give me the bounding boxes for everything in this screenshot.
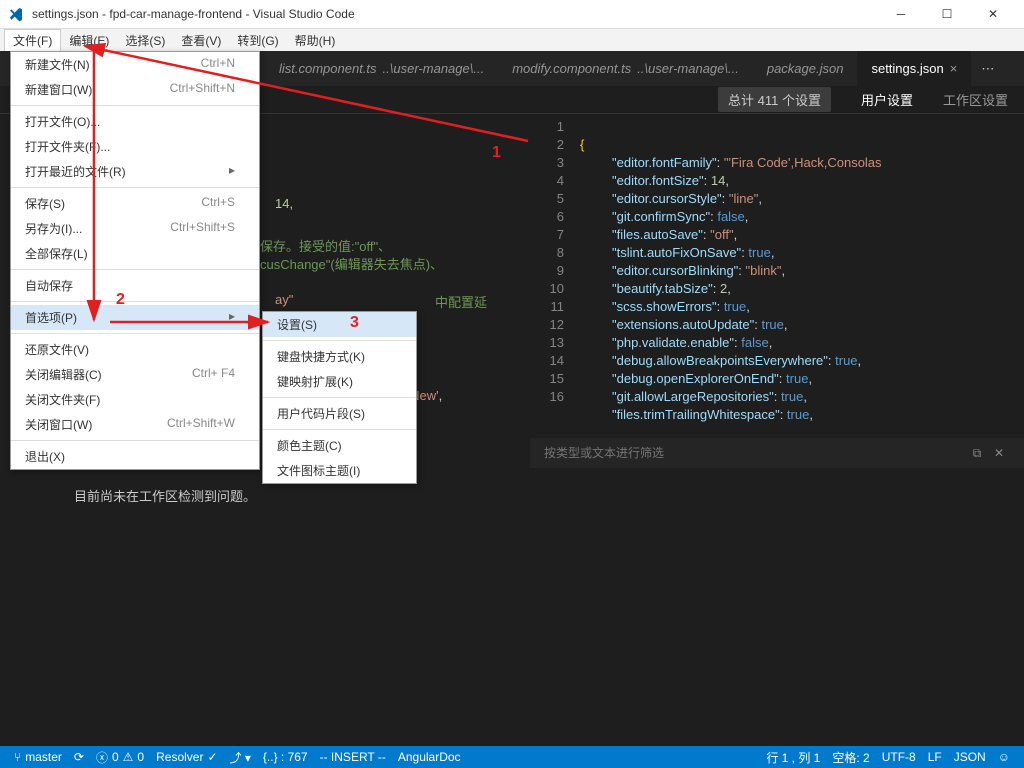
workspace-settings-tab[interactable]: 工作区设置 [943, 90, 1008, 109]
menu-close-window[interactable]: 关闭窗口(W)Ctrl+Shift+W [11, 412, 259, 437]
status-branch[interactable]: ⑂master [8, 750, 68, 764]
menu-close-editor[interactable]: 关闭编辑器(C)Ctrl+ F4 [11, 362, 259, 387]
status-eol[interactable]: LF [922, 750, 948, 764]
copy-icon[interactable]: ⧉ [966, 446, 988, 461]
user-settings-tab[interactable]: 用户设置 [861, 90, 913, 109]
status-spaces[interactable]: 空格: 2 [826, 749, 875, 766]
preferences-submenu: 设置(S) 键盘快捷方式(K) 键映射扩展(K) 用户代码片段(S) 颜色主题(… [262, 311, 417, 484]
menu-open-recent[interactable]: 打开最近的文件(R)▸ [11, 159, 259, 184]
menu-save-all[interactable]: 全部保存(L) [11, 241, 259, 266]
status-lang[interactable]: JSON [948, 750, 992, 764]
menu-save-as[interactable]: 另存为(I)...Ctrl+Shift+S [11, 216, 259, 241]
status-sync[interactable]: ⟳ [68, 750, 90, 764]
status-insert[interactable]: -- INSERT -- [314, 750, 392, 764]
submenu-keyboard-shortcuts[interactable]: 键盘快捷方式(K) [263, 344, 416, 369]
git-branch-icon: ⑂ [14, 750, 21, 764]
filter-input[interactable] [544, 446, 966, 460]
status-encoding[interactable]: UTF-8 [876, 750, 922, 764]
menu-open-folder[interactable]: 打开文件夹(F)... [11, 134, 259, 159]
status-push[interactable]: ⤴ ▾ [224, 749, 257, 766]
status-position[interactable]: 行 1 , 列 1 [760, 749, 826, 766]
annotation-2: 2 [116, 291, 125, 309]
title-bar: settings.json - fpd-car-manage-frontend … [0, 0, 1024, 29]
menu-file[interactable]: 文件(F) [4, 29, 61, 51]
tab-overflow-button[interactable]: ⋯ [971, 51, 1004, 86]
menu-new-file[interactable]: 新建文件(N)Ctrl+N [11, 52, 259, 77]
menu-save[interactable]: 保存(S)Ctrl+S [11, 191, 259, 216]
line-gutter: 1234 5678 9101112 13141516 [530, 114, 580, 438]
status-feedback-icon[interactable]: ☺ [992, 750, 1016, 764]
tab-settings-json[interactable]: settings.json× [857, 51, 971, 86]
status-bar: ⑂master ⟳ ⓧ0 ⚠0 Resolver ✓ ⤴ ▾ {..} : 76… [0, 746, 1024, 768]
submenu-keymap-ext[interactable]: 键映射扩展(K) [263, 369, 416, 394]
window-title: settings.json - fpd-car-manage-frontend … [32, 7, 878, 21]
menu-exit[interactable]: 退出(X) [11, 444, 259, 469]
menu-goto[interactable]: 转到(G) [229, 30, 286, 51]
problems-empty-message: 目前尚未在工作区检测到问题。 [74, 486, 256, 505]
menu-close-folder[interactable]: 关闭文件夹(F) [11, 387, 259, 412]
filter-bar: ⧉ ✕ [530, 438, 1024, 468]
status-json-lines[interactable]: {..} : 767 [257, 750, 314, 764]
clear-icon[interactable]: ✕ [988, 446, 1010, 460]
warning-icon: ⚠ [123, 750, 134, 764]
file-menu-dropdown: 新建文件(N)Ctrl+N 新建窗口(W)Ctrl+Shift+N 打开文件(O… [10, 51, 260, 470]
minimize-button[interactable]: ─ [878, 0, 924, 29]
menu-select[interactable]: 选择(S) [117, 30, 173, 51]
status-errors[interactable]: ⓧ0 ⚠0 [90, 749, 150, 766]
tab-package-json[interactable]: package.json [753, 51, 858, 86]
menu-help[interactable]: 帮助(H) [287, 30, 344, 51]
annotation-3: 3 [350, 314, 359, 332]
menu-view[interactable]: 查看(V) [173, 30, 229, 51]
menu-new-window[interactable]: 新建窗口(W)Ctrl+Shift+N [11, 77, 259, 102]
menu-edit[interactable]: 编辑(E) [61, 30, 117, 51]
submenu-icon-theme[interactable]: 文件图标主题(I) [263, 458, 416, 483]
menu-revert[interactable]: 还原文件(V) [11, 337, 259, 362]
tab-modify-component[interactable]: modify.component.ts..\user-manage\... [498, 51, 753, 86]
menu-preferences[interactable]: 首选项(P)▸ [11, 305, 259, 330]
code-editor[interactable]: { "editor.fontFamily": "'Fira Code',Hack… [580, 114, 1024, 438]
submenu-color-theme[interactable]: 颜色主题(C) [263, 433, 416, 458]
settings-count: 总计 411 个设置 [718, 87, 831, 112]
close-window-button[interactable]: ✕ [970, 0, 1016, 29]
menu-bar: 文件(F) 编辑(E) 选择(S) 查看(V) 转到(G) 帮助(H) [0, 29, 1024, 51]
tab-list-component[interactable]: list.component.ts..\user-manage\... [265, 51, 498, 86]
annotation-1: 1 [492, 144, 501, 162]
menu-autosave[interactable]: 自动保存 [11, 273, 259, 298]
vscode-logo-icon [8, 6, 24, 22]
maximize-button[interactable]: ☐ [924, 0, 970, 29]
status-angular[interactable]: AngularDoc [392, 750, 467, 764]
submenu-settings[interactable]: 设置(S) [263, 312, 416, 337]
error-icon: ⓧ [96, 749, 108, 766]
menu-open-file[interactable]: 打开文件(O)... [11, 109, 259, 134]
submenu-snippets[interactable]: 用户代码片段(S) [263, 401, 416, 426]
close-icon[interactable]: × [950, 61, 958, 76]
status-resolver[interactable]: Resolver ✓ [150, 750, 223, 764]
